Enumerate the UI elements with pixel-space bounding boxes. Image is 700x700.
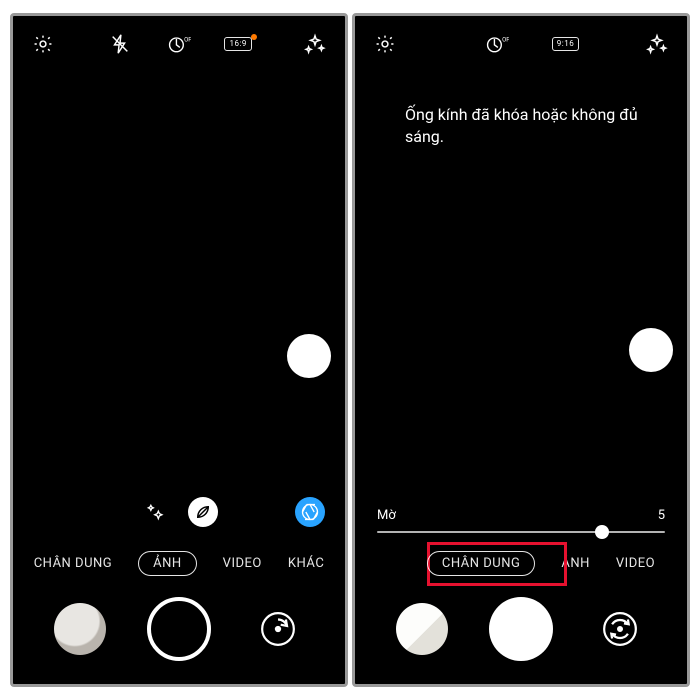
ratio-dot-indicator bbox=[251, 34, 257, 40]
shutter-button[interactable] bbox=[489, 597, 553, 661]
svg-text:OFF: OFF bbox=[184, 36, 191, 43]
viewfinder-right[interactable]: Ống kính đã khóa hoặc không đủ sáng. bbox=[355, 72, 687, 500]
settings-icon[interactable] bbox=[373, 32, 397, 56]
timer-off-icon[interactable]: OFF bbox=[167, 32, 191, 56]
ratio-label: 16:9 bbox=[229, 39, 246, 48]
slider-left-label: Mờ bbox=[377, 508, 396, 523]
timer-off-icon[interactable]: OFF bbox=[485, 32, 509, 56]
effect-leaf-icon[interactable] bbox=[188, 497, 218, 527]
bottombar-right bbox=[355, 586, 687, 684]
mode-photo[interactable]: ẢNH bbox=[561, 556, 590, 571]
slider-right-label: 5 bbox=[658, 508, 665, 523]
switch-camera-button[interactable] bbox=[252, 603, 304, 655]
focus-indicator[interactable] bbox=[629, 328, 673, 372]
mode-portrait[interactable]: CHÂN DUNG bbox=[34, 556, 112, 571]
mode-video[interactable]: VIDEO bbox=[223, 556, 262, 571]
ratio-label: 9:16 bbox=[557, 39, 574, 48]
filters-icon[interactable] bbox=[303, 32, 327, 56]
gallery-thumbnail[interactable] bbox=[54, 603, 106, 655]
mode-video[interactable]: VIDEO bbox=[616, 556, 655, 571]
viewfinder-left[interactable] bbox=[13, 72, 345, 491]
lens-warning-message: Ống kính đã khóa hoặc không đủ sáng. bbox=[405, 104, 659, 149]
flash-off-icon[interactable] bbox=[108, 32, 132, 56]
focus-indicator[interactable] bbox=[287, 334, 331, 378]
aspect-ratio-toggle[interactable]: 9:16 bbox=[552, 32, 579, 56]
aspect-ratio-toggle[interactable]: 16:9 bbox=[224, 32, 251, 56]
camera-screen-left: OFF 16:9 CHÂN DUNG ẢNH bbox=[10, 13, 348, 687]
topbar-right: OFF 9:16 bbox=[355, 16, 687, 72]
effect-sparkle-icon[interactable] bbox=[140, 497, 170, 527]
camera-screen-right: OFF 9:16 Ống kính đã khóa hoặc không đủ … bbox=[352, 13, 690, 687]
effects-row bbox=[13, 491, 345, 537]
switch-camera-button[interactable] bbox=[594, 603, 646, 655]
mode-portrait-active[interactable]: CHÂN DUNG bbox=[427, 551, 535, 576]
svg-text:OFF: OFF bbox=[502, 36, 509, 43]
gallery-thumbnail[interactable] bbox=[396, 603, 448, 655]
mode-row-left: CHÂN DUNG ẢNH VIDEO KHÁC bbox=[13, 537, 345, 586]
mode-more[interactable]: KHÁC bbox=[288, 556, 324, 571]
shutter-button[interactable] bbox=[147, 597, 211, 661]
blur-slider[interactable] bbox=[377, 531, 665, 533]
mode-row-right: CHÂN DUNG ẢNH VIDEO bbox=[355, 537, 687, 586]
blur-slider-row: Mờ 5 bbox=[355, 500, 687, 537]
settings-icon[interactable] bbox=[31, 32, 55, 56]
bottombar-left bbox=[13, 586, 345, 684]
topbar-left: OFF 16:9 bbox=[13, 16, 345, 72]
effect-aperture-icon[interactable] bbox=[295, 497, 325, 527]
mode-photo-active[interactable]: ẢNH bbox=[138, 551, 197, 576]
filters-icon[interactable] bbox=[645, 32, 669, 56]
